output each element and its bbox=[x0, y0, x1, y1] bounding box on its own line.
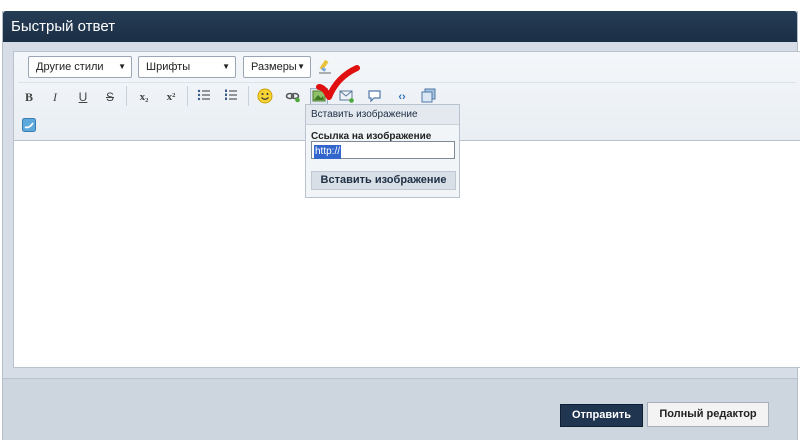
chevron-down-icon: ▼ bbox=[118, 62, 126, 71]
subscript-button[interactable]: x₂ bbox=[135, 88, 153, 106]
numbered-list-icon bbox=[225, 89, 237, 100]
chevron-down-icon: ▼ bbox=[297, 62, 305, 71]
insert-image-popup: Вставить изображение Ссылка на изображен… bbox=[305, 104, 460, 198]
image-url-value: http:// bbox=[314, 145, 342, 159]
underline-button[interactable]: U bbox=[74, 88, 92, 106]
toolbar-divider bbox=[18, 82, 796, 83]
strikethrough-button[interactable]: S bbox=[101, 88, 119, 106]
insert-image-submit-button[interactable]: Вставить изображение bbox=[311, 171, 456, 190]
reply-footer: Отправить Полный редактор bbox=[3, 378, 797, 440]
bullet-list-icon bbox=[197, 89, 210, 101]
checkmark-annotation-icon bbox=[316, 65, 360, 100]
popup-title: Вставить изображение bbox=[306, 105, 459, 125]
style-select[interactable]: Другие стили ▼ bbox=[28, 56, 132, 78]
bullet-list-button[interactable] bbox=[195, 88, 213, 106]
submit-button[interactable]: Отправить bbox=[560, 404, 643, 427]
toolbar-separator bbox=[126, 86, 127, 106]
speech-bubble-icon bbox=[368, 90, 381, 103]
quick-reply-panel: Быстрый ответ Другие стили ▼ Шрифты ▼ Разм… bbox=[2, 11, 800, 440]
editor: Другие стили ▼ Шрифты ▼ Размеры ▼ B I U S bbox=[13, 51, 800, 368]
smiley-icon bbox=[257, 88, 273, 104]
link-chain-icon bbox=[285, 92, 300, 103]
image-url-input[interactable]: http:// bbox=[311, 141, 455, 159]
bold-button[interactable]: B bbox=[20, 88, 38, 106]
numbered-list-button[interactable] bbox=[222, 88, 240, 106]
size-select[interactable]: Размеры ▼ bbox=[243, 56, 311, 78]
full-editor-button[interactable]: Полный редактор bbox=[647, 402, 769, 427]
twitter-icon bbox=[22, 118, 36, 132]
panel-title: Быстрый ответ bbox=[3, 11, 797, 42]
insert-link-button[interactable] bbox=[284, 88, 302, 106]
twitter-button[interactable] bbox=[20, 118, 38, 136]
toolbar-separator bbox=[187, 86, 188, 106]
smiley-button[interactable] bbox=[256, 88, 274, 106]
font-select[interactable]: Шрифты ▼ bbox=[138, 56, 236, 78]
media-icon bbox=[421, 88, 436, 103]
code-brackets-icon: ‹› bbox=[398, 91, 406, 103]
italic-button[interactable]: I bbox=[46, 88, 64, 106]
chevron-down-icon: ▼ bbox=[222, 62, 230, 71]
superscript-button[interactable]: x² bbox=[162, 88, 180, 106]
toolbar-separator bbox=[248, 86, 249, 106]
